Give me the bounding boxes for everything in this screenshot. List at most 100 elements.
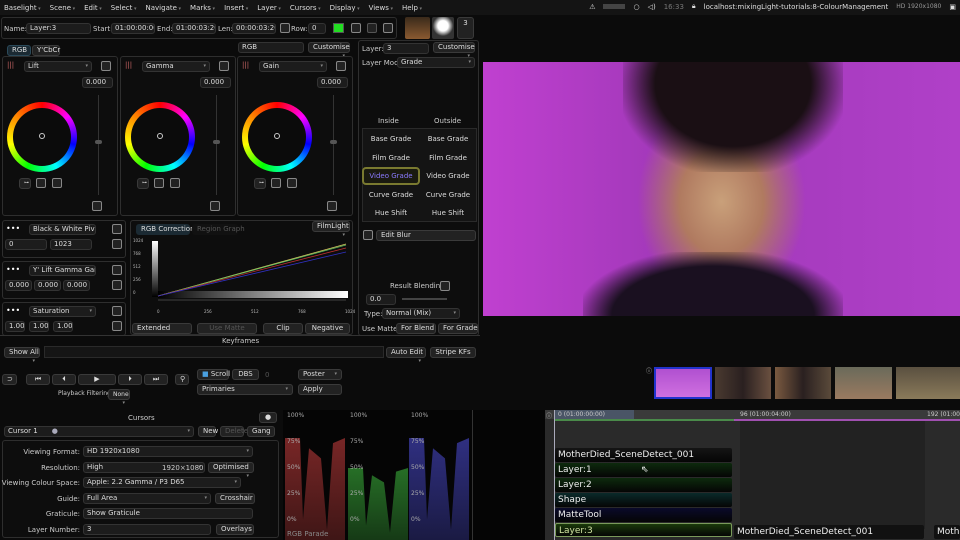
menu-display[interactable]: Display — [330, 4, 360, 12]
tab-region-graph[interactable]: Region Graph — [192, 224, 245, 235]
outside-grade-0[interactable]: Base Grade — [419, 130, 477, 148]
cursor-row-value[interactable]: Apple: 2.2 Gamma / P3 D65 — [83, 477, 241, 488]
gain-master-slider[interactable] — [333, 95, 334, 195]
menu-navigate[interactable]: Navigate — [146, 4, 182, 12]
shot-thumbnail-4[interactable] — [835, 367, 892, 399]
param-value-field[interactable]: 0.000 — [34, 280, 61, 291]
customise-dropdown[interactable]: Customise — [308, 42, 350, 53]
for-blend-toggle[interactable]: For Blend — [396, 323, 436, 334]
outside-grade-3[interactable]: Curve Grade — [419, 186, 477, 204]
menu-insert[interactable]: Insert — [224, 4, 248, 12]
extended-toggle[interactable]: Extended — [132, 323, 192, 334]
cursor-row-value[interactable]: 3 — [83, 523, 211, 535]
gamma-value-field[interactable]: 0.000 — [200, 77, 231, 88]
inside-grade-0[interactable]: Base Grade — [362, 130, 420, 148]
menu-help[interactable]: Help — [402, 4, 422, 12]
param-dropdown[interactable]: Black & White Pivot — [29, 224, 96, 235]
toggle-button-3[interactable] — [383, 23, 393, 33]
gain-toggle-button[interactable] — [327, 201, 337, 211]
cursor-row-value[interactable]: Full Area — [83, 492, 211, 504]
timeline-info-icon[interactable]: ⓘ — [546, 411, 552, 420]
playback-filter-dropdown[interactable]: None — [108, 389, 130, 400]
viewer-image[interactable] — [483, 62, 960, 316]
go-to-start-button[interactable]: ⏮ — [26, 374, 50, 385]
shot-thumbnail-2[interactable] — [715, 367, 771, 399]
next-clip[interactable]: MotherDied_SceneDetect_001 — [734, 525, 924, 539]
param-reset-button[interactable] — [112, 306, 122, 316]
use-matte-toggle[interactable]: Use Matte — [197, 323, 257, 334]
menu-views[interactable]: Views — [369, 4, 393, 12]
lift-slider-handle[interactable] — [95, 140, 102, 144]
inside-grade-4[interactable]: Hue Shift — [362, 204, 420, 222]
start-field[interactable]: 01:00:00:00 — [111, 23, 155, 34]
timeline-layer-5[interactable]: Layer:3 — [555, 523, 732, 537]
layer-field[interactable]: 3 — [383, 43, 429, 54]
gang-toggle[interactable]: Gang — [247, 426, 275, 437]
window-icon[interactable]: ▣ — [949, 3, 956, 11]
param-reset-button[interactable] — [112, 224, 122, 234]
blur-enable-button[interactable] — [363, 230, 373, 240]
gain-graph-button[interactable] — [271, 178, 281, 188]
outside-grade-2[interactable]: Video Grade — [419, 167, 477, 185]
inside-grade-1[interactable]: Film Grade — [362, 149, 420, 167]
stripe-kfs-toggle[interactable]: Stripe KFs — [430, 347, 476, 358]
param-value-field[interactable]: 0 — [5, 239, 47, 250]
negative-toggle[interactable]: Negative — [305, 323, 350, 334]
param-reset-button[interactable] — [112, 265, 122, 275]
lift-key-button[interactable]: ⊶ — [19, 178, 31, 189]
gamma-toggle-button[interactable] — [210, 201, 220, 211]
lift-wheel-handle[interactable] — [39, 133, 45, 139]
gamma-master-slider[interactable] — [216, 95, 217, 195]
auto-edit-dropdown[interactable]: Auto Edit — [386, 347, 426, 358]
optimised-dropdown[interactable]: Optimised — [208, 461, 254, 473]
lift-reset-button[interactable] — [101, 61, 111, 71]
gain-dropdown[interactable]: Gain — [259, 61, 327, 72]
edit-blur-button[interactable]: Edit Blur — [376, 230, 476, 241]
outside-grade-4[interactable]: Hue Shift — [419, 204, 477, 222]
tab-rgb[interactable]: RGB — [7, 45, 31, 56]
param-value-field[interactable]: 0.000 — [5, 280, 32, 291]
layer-status-indicator[interactable] — [333, 23, 344, 33]
blend-type-dropdown[interactable]: Normal (Mix) — [382, 308, 460, 319]
keyframe-track[interactable] — [44, 346, 384, 358]
overlays-toggle[interactable]: Overlays — [216, 523, 254, 535]
transport-options-icon[interactable]: ⚲ — [175, 374, 189, 385]
timeline-layer-2[interactable]: Layer:2 — [555, 478, 732, 492]
primaries-dropdown[interactable]: Primaries — [197, 384, 293, 395]
poster-dropdown[interactable]: Poster — [298, 369, 342, 380]
previous-frame-button[interactable]: ⏴ — [52, 374, 76, 385]
layer-customise-dropdown[interactable]: Customise — [433, 42, 475, 53]
lift-copy-button[interactable] — [52, 178, 62, 188]
gamma-reset-button[interactable] — [219, 61, 229, 71]
next-clip-2[interactable]: Moth — [934, 525, 960, 539]
delete-cursor-button[interactable]: Delete — [220, 426, 248, 437]
cursor-row-value[interactable]: Show Graticule — [83, 508, 253, 519]
next-frame-button[interactable]: ⏵ — [118, 374, 142, 385]
result-blending-button[interactable] — [440, 281, 450, 291]
lift-value-field[interactable]: 0.000 — [82, 77, 113, 88]
colour-space-field[interactable]: RGB — [238, 42, 304, 53]
go-to-end-button[interactable]: ⏭ — [144, 374, 168, 385]
scroll-toggle[interactable]: ■ Scroll — [197, 369, 230, 380]
param-value-field[interactable]: 0.000 — [63, 280, 90, 291]
clip-toggle[interactable]: Clip — [263, 323, 303, 334]
volume-icon[interactable]: ◁) — [648, 3, 656, 11]
toggle-button-2[interactable] — [367, 23, 377, 33]
toggle-button-1[interactable] — [351, 23, 361, 33]
row-field[interactable]: 0 — [308, 23, 326, 34]
cursor-settings-icon[interactable]: ● — [259, 412, 277, 423]
param-value-field[interactable]: 1.00 — [29, 321, 49, 332]
param-graph-button[interactable] — [112, 321, 122, 331]
more-icon[interactable]: ••• — [6, 306, 20, 315]
param-graph-button[interactable] — [112, 239, 122, 249]
show-all-dropdown[interactable]: Show All — [4, 347, 40, 358]
param-value-field[interactable]: 1.00 — [5, 321, 25, 332]
shot-thumbnail-3[interactable] — [775, 367, 831, 399]
param-value-field[interactable]: 1.00 — [53, 321, 73, 332]
warning-icon[interactable]: ⚠ — [589, 3, 595, 11]
lift-graph-button[interactable] — [36, 178, 46, 188]
layer-mode-dropdown[interactable]: Grade — [397, 57, 475, 68]
lift-dropdown[interactable]: Lift — [24, 61, 92, 72]
gain-reset-button[interactable] — [336, 61, 346, 71]
name-field[interactable]: Layer:3 — [26, 23, 91, 34]
